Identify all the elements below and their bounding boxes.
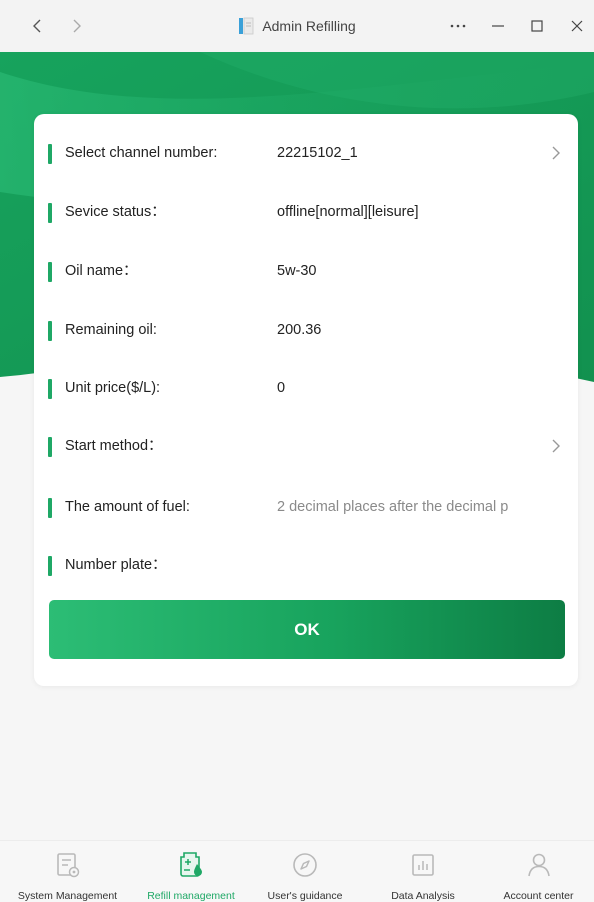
oil-name-value: 5w-30 <box>277 263 317 279</box>
form-row-fuel-amount: The amount of fuel: 2 decimal places aft… <box>34 487 578 527</box>
bar-chart-icon <box>412 854 434 876</box>
service-status-label: Sevice status： <box>65 204 166 220</box>
row-accent-bar <box>48 379 52 399</box>
row-accent-bar <box>48 321 52 341</box>
document-icon <box>239 17 254 35</box>
window-title: Admin Refilling <box>262 18 356 34</box>
forward-button[interactable] <box>62 0 92 52</box>
start-method-value <box>277 426 565 466</box>
form-row-oil-name: Oil name： 5w-30 <box>34 251 578 291</box>
chevron-left-icon <box>33 19 41 33</box>
nav-label: Account center <box>503 890 574 902</box>
form-row-remaining-oil: Remaining oil: 200.36 <box>34 310 578 350</box>
nav-item-users-guidance[interactable]: User's guidance <box>247 841 363 902</box>
remaining-oil-label: Remaining oil: <box>65 322 157 338</box>
person-icon <box>527 853 550 877</box>
fuel-amount-input[interactable]: 2 decimal places after the decimal p <box>277 487 565 527</box>
nav-label: User's guidance <box>267 890 343 902</box>
more-horizontal-icon <box>450 24 466 28</box>
number-plate-input[interactable] <box>277 545 565 585</box>
chevron-right-icon <box>73 19 81 33</box>
ok-button[interactable]: OK <box>49 600 565 659</box>
form-row-number-plate: Number plate： <box>34 545 578 585</box>
nav-item-data-analysis[interactable]: Data Analysis <box>363 841 483 902</box>
back-button[interactable] <box>22 0 52 52</box>
number-plate-label: Number plate： <box>65 557 167 573</box>
chevron-right-icon <box>552 439 560 453</box>
row-accent-bar <box>48 203 52 223</box>
unit-price-label: Unit price($/L): <box>65 380 161 396</box>
form-row-start-method[interactable]: Start method： <box>34 426 578 466</box>
nav-label: Data Analysis <box>391 890 455 902</box>
service-status-value: offline[normal][leisure] <box>277 204 419 220</box>
maximize-icon <box>531 20 543 32</box>
more-options-button[interactable] <box>443 0 473 52</box>
nav-item-account-center[interactable]: Account center <box>483 841 594 902</box>
minimize-icon <box>492 25 504 27</box>
nav-label: Refill management <box>147 890 235 902</box>
start-method-label: Start method： <box>65 438 163 454</box>
chevron-right-icon <box>552 146 560 160</box>
minimize-button[interactable] <box>483 0 513 52</box>
row-accent-bar <box>48 498 52 518</box>
refill-form-card: Select channel number: 22215102_1 Sevice… <box>34 114 578 686</box>
refill-management-icon <box>180 852 202 877</box>
nav-item-refill-management[interactable]: Refill management <box>135 841 247 902</box>
close-icon <box>571 20 583 32</box>
unit-price-value: 0 <box>277 380 286 396</box>
oil-name-label: Oil name： <box>65 263 138 279</box>
channel-label: Select channel number: <box>65 145 218 161</box>
window-titlebar: Admin Refilling <box>0 0 594 52</box>
row-accent-bar <box>48 262 52 282</box>
form-row-channel[interactable]: Select channel number: 22215102_1 <box>34 133 578 173</box>
row-accent-bar <box>48 556 52 576</box>
fuel-amount-label: The amount of fuel: <box>65 499 190 515</box>
compass-icon <box>293 853 317 877</box>
nav-item-system-management[interactable]: System Management <box>0 841 135 902</box>
close-button[interactable] <box>562 0 592 52</box>
bottom-navigation: System Management Refill management User… <box>0 840 594 902</box>
maximize-button[interactable] <box>522 0 552 52</box>
nav-label: System Management <box>17 890 118 902</box>
system-management-icon <box>56 853 79 878</box>
row-accent-bar <box>48 437 52 457</box>
form-row-unit-price: Unit price($/L): 0 <box>34 368 578 408</box>
remaining-oil-value: 200.36 <box>277 322 322 338</box>
row-accent-bar <box>48 144 52 164</box>
form-row-service-status: Sevice status： offline[normal][leisure] <box>34 192 578 232</box>
channel-value: 22215102_1 <box>277 145 358 161</box>
